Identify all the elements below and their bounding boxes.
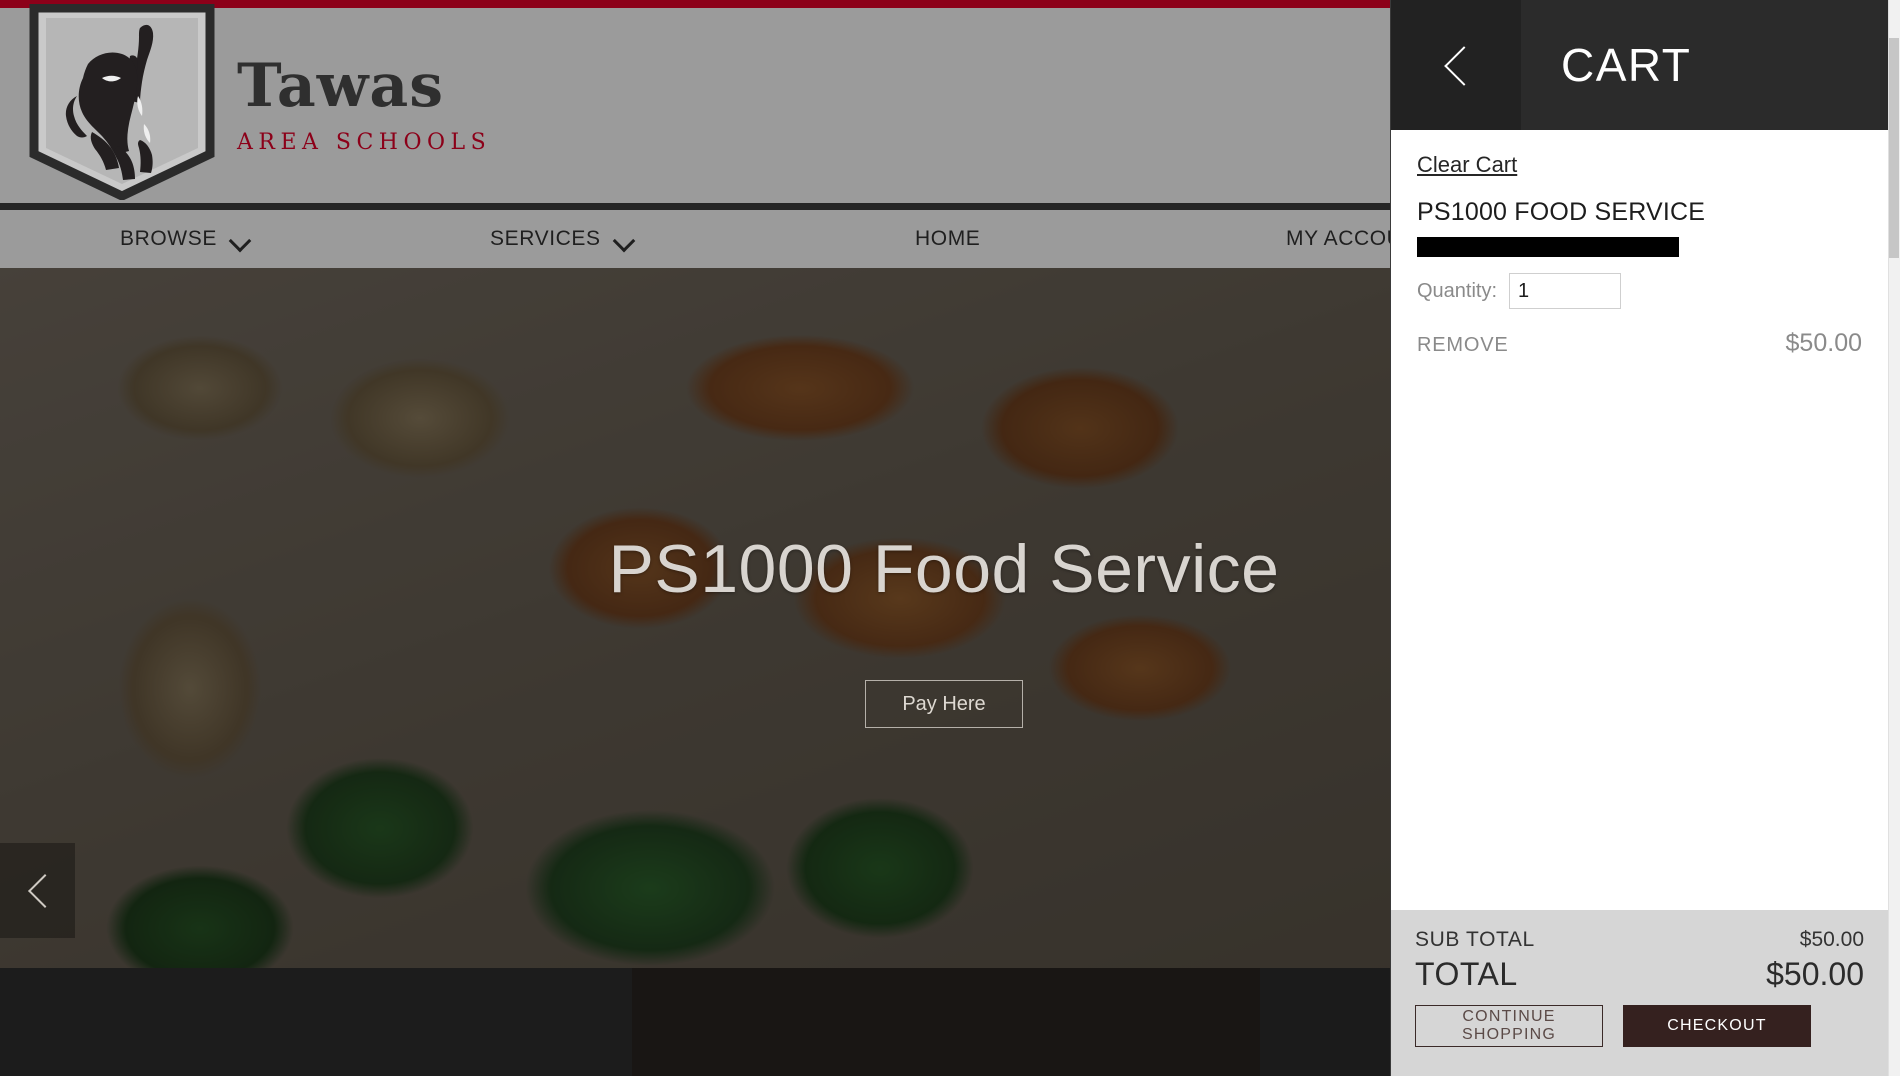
sub-total-row: SUB TOTAL $50.00 [1415,928,1864,952]
footer-panel-center [632,968,1260,1076]
brand-name: Tawas [237,51,445,121]
brand-text: Tawas AREA SCHOOLS [237,56,491,155]
nav-item-home[interactable]: HOME [915,210,980,268]
cart-title: CART [1561,39,1692,91]
cart-item-price: $50.00 [1785,329,1862,357]
cart-item-quantity-row: Quantity: [1417,273,1862,309]
nav-item-browse[interactable]: BROWSE [120,210,251,268]
clear-cart-link[interactable]: Clear Cart [1417,152,1517,178]
page-scrollbar-track[interactable] [1888,0,1900,1076]
brand-subtitle: AREA SCHOOLS [237,130,492,155]
chevron-down-icon [229,233,251,245]
nav-item-services-label: SERVICES [490,227,601,250]
quantity-label: Quantity: [1417,279,1498,302]
cart-back-button[interactable] [1391,0,1521,130]
cart-item-redaction-bar [1417,237,1679,257]
carousel-prev-button[interactable] [0,843,75,938]
site-logo[interactable]: Tawas AREA SCHOOLS [22,4,502,204]
page-scrollbar-thumb[interactable] [1889,38,1899,258]
sub-total-value: $50.00 [1799,928,1864,951]
nav-item-home-label: HOME [915,227,981,250]
remove-item-link[interactable]: REMOVE [1417,334,1508,357]
cart-item-name: PS1000 FOOD SERVICE [1417,198,1706,226]
cart-body: Clear Cart PS1000 FOOD SERVICE Quantity:… [1391,130,1888,910]
total-row: TOTAL $50.00 [1415,956,1864,993]
quantity-input[interactable] [1509,273,1622,309]
school-shield-logo-icon [29,4,215,200]
total-value: $50.00 [1766,956,1864,992]
continue-shopping-button[interactable]: CONTINUE SHOPPING [1415,1005,1603,1047]
cart-action-buttons: CONTINUE SHOPPING CHECKOUT [1415,1005,1864,1047]
sub-total-label: SUB TOTAL [1415,928,1535,951]
cart-header: CART [1391,0,1888,130]
cart-item-remove-row: REMOVE $50.00 [1417,329,1862,358]
checkout-button[interactable]: CHECKOUT [1623,1005,1811,1047]
cart-item: PS1000 FOOD SERVICE Quantity: REMOVE $50… [1417,198,1862,358]
pay-here-button[interactable]: Pay Here [865,680,1023,728]
chevron-left-icon [1443,41,1469,89]
cart-summary: SUB TOTAL $50.00 TOTAL $50.00 CONTINUE S… [1391,910,1888,1076]
chevron-down-icon [613,233,635,245]
nav-item-services[interactable]: SERVICES [490,210,635,268]
cart-drawer: CART Clear Cart PS1000 FOOD SERVICE Quan… [1390,0,1888,1076]
footer-panel-left [0,968,632,1076]
page-root: Tawas AREA SCHOOLS BROWSE SERVICES HOME [0,0,1900,1076]
chevron-left-icon [27,871,49,911]
nav-item-browse-label: BROWSE [120,227,217,250]
total-label: TOTAL [1415,956,1518,992]
